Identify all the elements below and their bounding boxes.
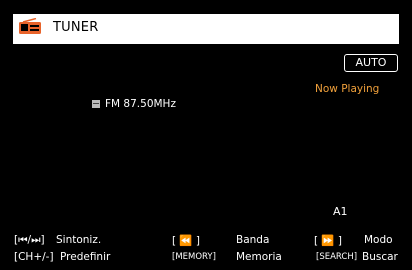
mode-key: [ ⏩ ] (314, 235, 342, 247)
auto-mode-badge: AUTO (344, 54, 398, 72)
search-key: [SEARCH] (316, 252, 358, 262)
button-guide-row: [CH+/-] Predefinir [MEMORY] Memoria [SEA… (14, 251, 412, 266)
preset-label: A1 (333, 205, 348, 218)
preset-key: [CH+/-] (14, 251, 54, 263)
memory-label: Memoria (236, 251, 282, 263)
button-guide: [⏮/⏭] Sintoniz. [ ⏪ ] Banda [ ⏩ ] Modo [… (14, 231, 412, 270)
page-title: TUNER (53, 20, 99, 35)
fm-band-icon (92, 100, 100, 108)
tune-label: Sintoniz. (56, 234, 102, 246)
tuner-screen: TUNER AUTO Now Playing FM 87.50MHz A1 [⏮… (0, 0, 412, 270)
band-key: [ ⏪ ] (172, 235, 200, 247)
main-panel (14, 44, 400, 231)
band-label: Banda (236, 234, 270, 246)
preset-action-label: Predefinir (60, 251, 111, 263)
button-guide-row: [⏮/⏭] Sintoniz. [ ⏪ ] Banda [ ⏩ ] Modo (14, 234, 412, 249)
memory-key: [MEMORY] (172, 252, 216, 262)
mode-label: Modo (364, 234, 393, 246)
tune-key: [⏮/⏭] (14, 234, 45, 246)
radio-icon (19, 18, 41, 34)
title-bar: TUNER (13, 14, 399, 44)
search-label: Buscar (362, 251, 398, 263)
now-playing-status: Now Playing (315, 83, 380, 95)
station-info: FM 87.50MHz (92, 98, 176, 110)
station-frequency: FM 87.50MHz (105, 98, 176, 110)
